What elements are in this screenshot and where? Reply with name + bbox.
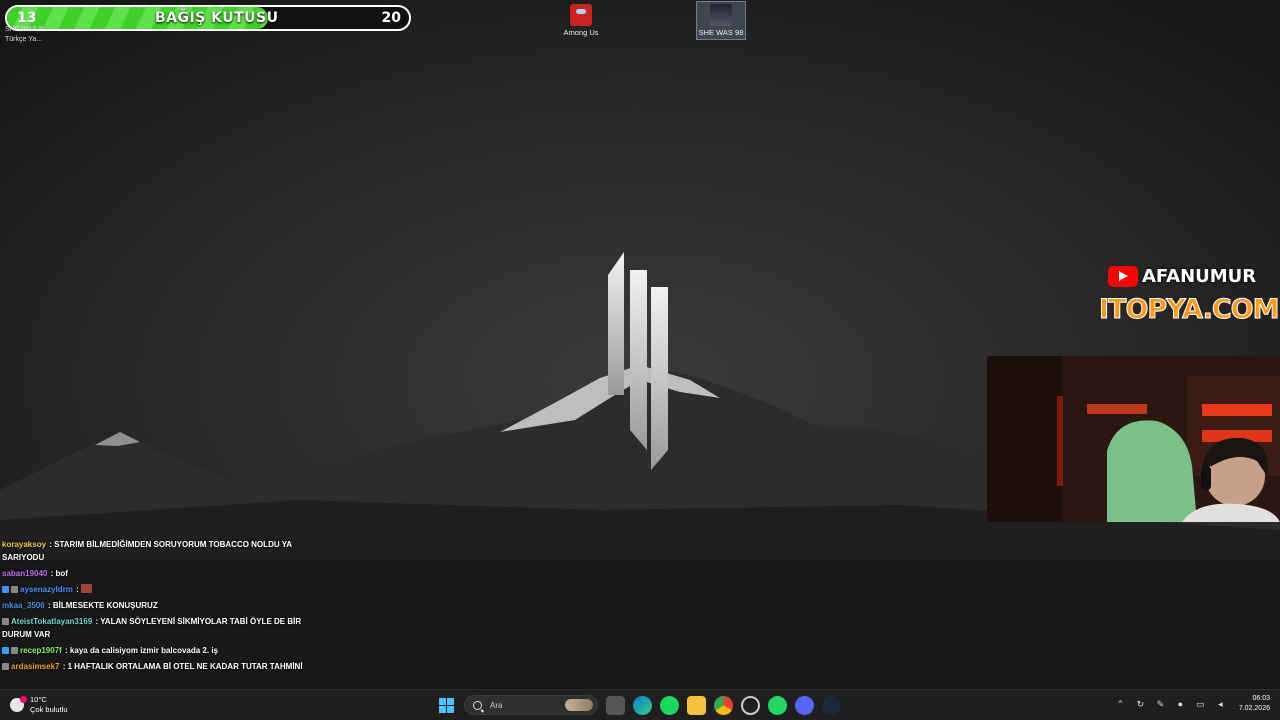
chat-message: mkaa_3506 : BİLMESEKTE KONUŞURUZ [2, 601, 158, 610]
she-was-98-icon [710, 4, 732, 26]
chat-badge-icon [2, 647, 9, 654]
logo-bar-right [651, 287, 668, 470]
desktop-icon-label-partial[interactable]: Türkçe Ya... [5, 36, 42, 43]
chat-badge-icon [2, 586, 9, 593]
donation-progress-bar: 13 BAĞIŞ KUTUSU 20 [5, 5, 411, 31]
desktop-icon-label-partial[interactable]: SHE WAS 9 [5, 26, 43, 33]
pen-icon[interactable]: ✎ [1155, 699, 1166, 710]
sponsor-logo: ITOPYA.COM [1098, 294, 1279, 326]
chat-username[interactable]: AteistTokatlayan3169 [11, 617, 92, 626]
task-view-icon[interactable] [606, 695, 625, 715]
chat-message: korayaksoy : STARIM BİLMEDİĞİMDEN SORUYO… [2, 540, 292, 562]
clock[interactable]: 06:03 7.02.2026 [1239, 694, 1270, 714]
search-placeholder: Ara [490, 700, 503, 710]
clock-time: 06:03 [1252, 695, 1270, 702]
channel-name: AFANUMUR [1142, 266, 1257, 287]
cloud-icon [10, 696, 27, 712]
donation-target-count: 20 [381, 10, 401, 26]
youtube-icon [1108, 266, 1138, 287]
start-button[interactable] [437, 696, 456, 715]
volume-icon[interactable]: ◂ [1215, 699, 1226, 710]
microphone-icon[interactable]: ● [1175, 699, 1186, 710]
chat-badge-icon [2, 618, 9, 625]
emote-icon [81, 584, 93, 593]
clock-date: 7.02.2026 [1238, 705, 1270, 712]
chat-text: BİLMESEKTE KONUŞURUZ [52, 601, 158, 610]
stream-chat: korayaksoy : STARIM BİLMEDİĞİMDEN SORUYO… [2, 538, 322, 676]
among-us-icon [570, 4, 592, 26]
chat-message: ardasimsek7 : 1 HAFTALIK ORTALAMA Bİ OTE… [2, 660, 322, 673]
chat-text: bof [55, 569, 68, 578]
chat-message: recep1907f : kaya da calisiyom izmir bal… [2, 644, 322, 657]
file-explorer-icon[interactable] [687, 695, 706, 715]
sync-icon[interactable]: ↻ [1135, 699, 1146, 710]
desktop-icon-label: SHE WAS 98 [698, 28, 744, 37]
chat-message: aysenazyldrm : [2, 583, 322, 596]
chat-badge-icon [11, 647, 18, 654]
chevron-up-icon[interactable]: ⌃ [1115, 699, 1126, 710]
logo-bar-middle [630, 270, 647, 450]
chrome-icon[interactable] [714, 695, 733, 715]
chat-username[interactable]: korayaksoy [2, 540, 46, 549]
chat-username[interactable]: mkaa_3506 [2, 601, 45, 610]
spotify-icon[interactable] [660, 695, 679, 715]
edge-icon[interactable] [633, 695, 652, 715]
network-icon[interactable]: ▭ [1195, 699, 1206, 710]
youtube-channel-badge: AFANUMUR [1108, 266, 1256, 287]
chat-username[interactable]: aysenazyldrm [20, 585, 73, 594]
search-highlight-image [565, 699, 593, 711]
whatsapp-icon[interactable] [768, 695, 787, 715]
taskbar-search[interactable]: Ara [464, 695, 598, 715]
obs-icon[interactable] [741, 695, 760, 715]
discord-icon[interactable] [795, 695, 814, 715]
windows-icon [439, 697, 454, 713]
desktop-icon-she-was-98[interactable]: SHE WAS 98 [696, 1, 746, 40]
system-tray: ⌃ ↻ ✎ ● ▭ ◂ 06:03 7.02.2026 [1115, 694, 1270, 714]
chat-text: kaya da calisiyom izmir balcovada 2. iş [69, 646, 218, 655]
chat-username[interactable]: saban19040 [2, 569, 47, 578]
weather-description: Çok bulutlu [30, 705, 68, 714]
webcam-feed [987, 356, 1280, 522]
donation-title: BAĞIŞ KUTUSU [155, 10, 279, 26]
desktop-icon-label: Among Us [563, 28, 599, 37]
weather-widget[interactable]: 10°C Çok bulutlu [10, 695, 68, 715]
weather-temperature: 10°C [30, 695, 47, 704]
chat-message: saban19040 : bof [2, 569, 68, 578]
search-icon [473, 700, 482, 710]
steam-icon[interactable] [822, 695, 841, 715]
logo-bar-left [608, 252, 624, 395]
chat-badge-icon [2, 663, 9, 670]
chat-text: 1 HAFTALIK ORTALAMA Bİ OTEL NE KADAR TUT… [67, 662, 303, 671]
chat-badge-icon [11, 586, 18, 593]
taskbar: 10°C Çok bulutlu Ara ⌃ ↻ ✎ ● ▭ ◂ 06:03 7… [0, 689, 1280, 720]
chat-username[interactable]: ardasimsek7 [11, 662, 59, 671]
desktop-icon-among-us[interactable]: Among Us [557, 4, 605, 37]
chat-message: AteistTokatlayan3169 : YALAN SÖYLEYENİ S… [2, 617, 302, 639]
chat-username[interactable]: recep1907f [20, 646, 62, 655]
